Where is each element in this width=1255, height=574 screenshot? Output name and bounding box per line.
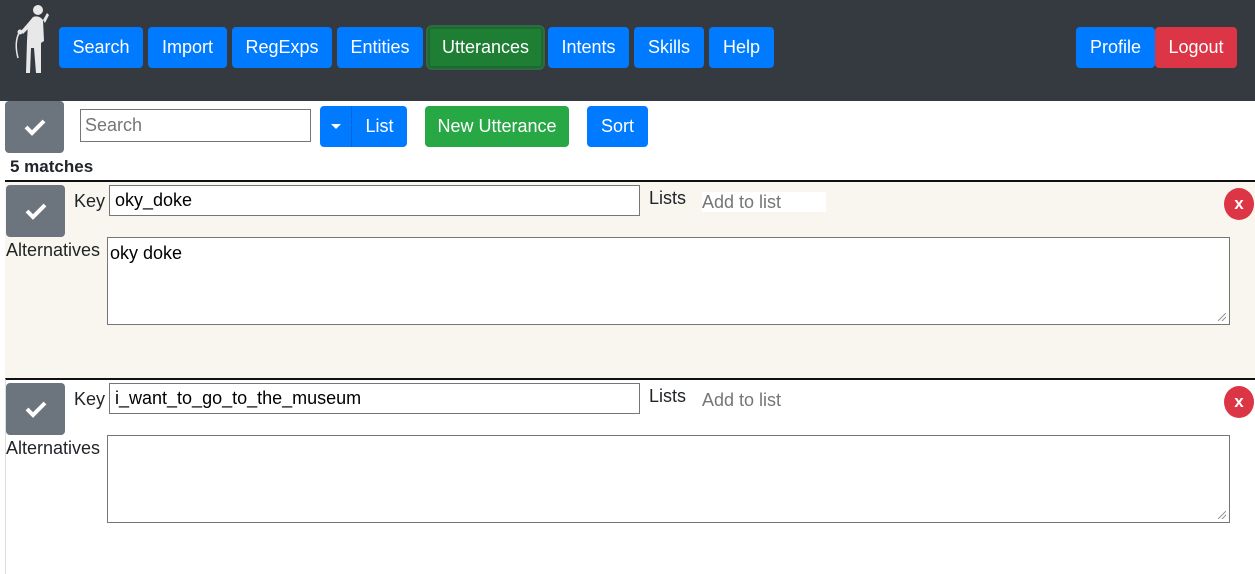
logout-button[interactable]: Logout xyxy=(1155,27,1237,68)
search-input[interactable] xyxy=(80,109,311,142)
alternatives-textarea[interactable]: oky doke xyxy=(107,237,1230,325)
alternatives-textarea[interactable] xyxy=(107,435,1230,523)
nav-search-button[interactable]: Search xyxy=(59,27,143,68)
check-icon xyxy=(25,203,46,220)
alternatives-label: Alternatives xyxy=(6,438,101,458)
select-utterance-button[interactable] xyxy=(6,383,65,435)
nav-entities-button[interactable]: Entities xyxy=(337,27,423,68)
add-to-list-input[interactable]: Add to list xyxy=(702,192,826,212)
check-icon xyxy=(25,401,46,418)
alternatives-label: Alternatives xyxy=(6,240,101,260)
delete-utterance-button[interactable]: x xyxy=(1224,386,1254,418)
select-all-button[interactable] xyxy=(5,101,64,153)
caret-down-icon xyxy=(330,124,341,129)
lists-label: Lists xyxy=(649,386,687,406)
profile-button[interactable]: Profile xyxy=(1076,27,1155,68)
alternatives-text: oky doke xyxy=(110,243,183,263)
lists-label: Lists xyxy=(649,188,687,208)
delete-utterance-button[interactable]: x xyxy=(1224,188,1254,220)
nav-regexps-button[interactable]: RegExps xyxy=(232,27,332,68)
nav-skills-button[interactable]: Skills xyxy=(634,27,704,68)
list-dropdown-toggle[interactable] xyxy=(320,106,351,147)
select-utterance-button[interactable] xyxy=(6,185,65,237)
add-to-list-input[interactable]: Add to list xyxy=(702,390,826,410)
resize-handle-icon[interactable] xyxy=(1218,313,1226,321)
nav-import-button[interactable]: Import xyxy=(148,27,227,68)
nav-help-button[interactable]: Help xyxy=(709,27,774,68)
key-input[interactable] xyxy=(109,185,640,216)
logo-icon xyxy=(15,5,49,73)
key-label: Key xyxy=(74,389,106,409)
utterance-card: Key Lists Add to list x Alternatives oky… xyxy=(5,180,1255,379)
new-utterance-button[interactable]: New Utterance xyxy=(425,106,569,147)
list-button[interactable]: List xyxy=(351,106,407,147)
utterance-card: Key Lists Add to list x Alternatives xyxy=(5,378,1255,574)
top-navbar: Search Import RegExps Entities Utterance… xyxy=(0,0,1255,101)
nav-intents-button[interactable]: Intents xyxy=(548,27,629,68)
key-input[interactable] xyxy=(109,383,640,414)
check-icon xyxy=(24,119,45,136)
resize-handle-icon[interactable] xyxy=(1218,511,1226,519)
sort-button[interactable]: Sort xyxy=(587,106,648,147)
nav-utterances-button[interactable]: Utterances xyxy=(428,27,543,68)
key-label: Key xyxy=(74,191,106,211)
match-count: 5 matches xyxy=(10,157,94,176)
